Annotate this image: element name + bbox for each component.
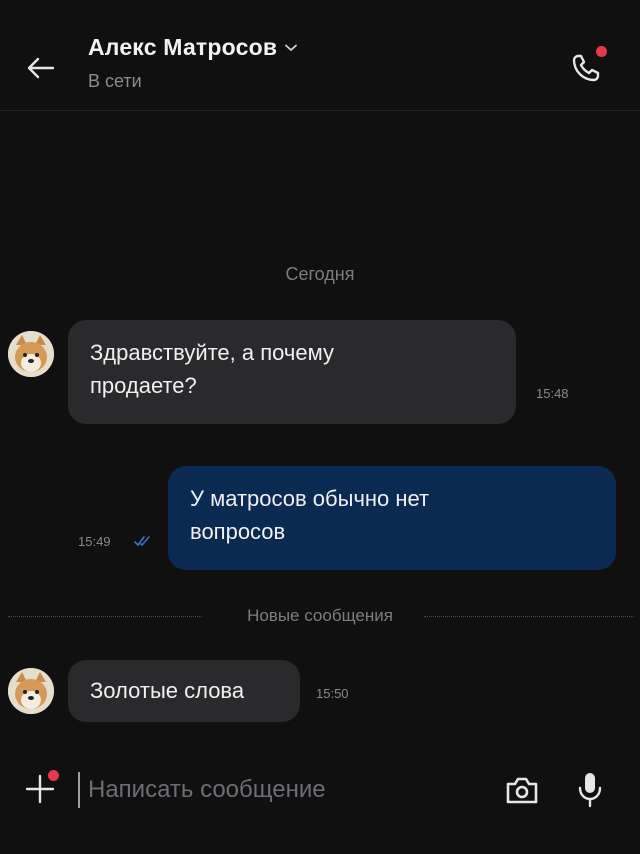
notification-dot bbox=[596, 46, 607, 57]
chevron-down-icon bbox=[285, 44, 298, 51]
chat-screen: Алекс Матросов В сети Сегодня Здравствуй… bbox=[0, 0, 640, 854]
message-text-line: Здравствуйте, а почему bbox=[90, 340, 334, 365]
message-composer bbox=[0, 740, 640, 840]
message-text-line: У матросов обычно нет bbox=[190, 486, 430, 511]
back-button[interactable] bbox=[20, 48, 60, 88]
message-bubble-outgoing[interactable]: У матросов обычно нет вопросов bbox=[168, 466, 616, 570]
contact-status: В сети bbox=[88, 71, 142, 91]
new-messages-label: Новые сообщения bbox=[247, 606, 393, 625]
camera-icon bbox=[506, 777, 538, 804]
dog-avatar-icon bbox=[8, 331, 54, 377]
call-button[interactable] bbox=[562, 44, 610, 92]
camera-button[interactable] bbox=[502, 770, 542, 810]
message-time: 15:49 bbox=[78, 534, 111, 549]
contact-title[interactable]: Алекс Матросов В сети bbox=[88, 34, 298, 92]
attach-button[interactable] bbox=[24, 770, 60, 806]
message-time: 15:48 bbox=[536, 386, 569, 401]
message-time: 15:50 bbox=[316, 686, 349, 701]
microphone-button[interactable] bbox=[570, 768, 610, 812]
avatar[interactable] bbox=[8, 668, 54, 714]
message-bubble-incoming[interactable]: Здравствуйте, а почему продаете? bbox=[68, 320, 516, 424]
arrow-left-icon bbox=[27, 57, 55, 79]
notification-dot bbox=[48, 770, 59, 781]
message-input[interactable] bbox=[78, 772, 488, 808]
date-separator: Сегодня bbox=[285, 264, 355, 284]
read-checkmarks-icon bbox=[134, 536, 150, 547]
chat-header: Алекс Матросов В сети bbox=[0, 0, 640, 111]
message-text-line: продаете? bbox=[90, 373, 197, 398]
new-messages-separator: Новые сообщения bbox=[0, 604, 640, 628]
avatar[interactable] bbox=[8, 331, 54, 377]
contact-name-row[interactable]: Алекс Матросов bbox=[88, 34, 298, 61]
message-text-line: вопросов bbox=[190, 519, 286, 544]
microphone-icon bbox=[578, 773, 602, 808]
message-bubble-incoming[interactable]: Золотые слова bbox=[68, 660, 300, 722]
contact-name: Алекс Матросов bbox=[88, 34, 278, 60]
message-text-line: Золотые слова bbox=[90, 678, 245, 703]
dog-avatar-icon bbox=[8, 668, 54, 714]
